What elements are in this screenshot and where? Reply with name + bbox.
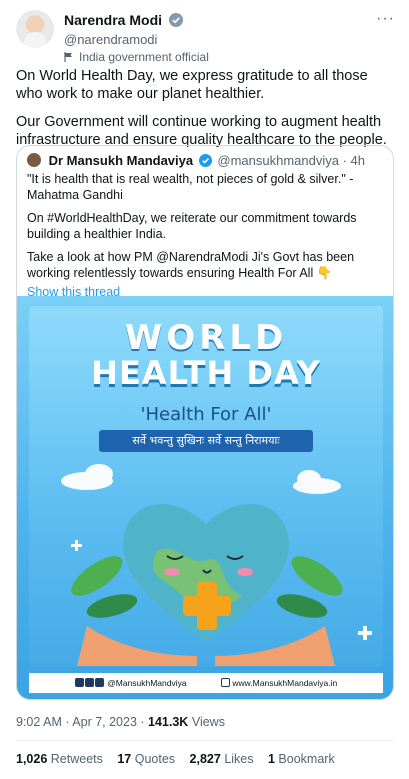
instagram-icon xyxy=(94,678,104,687)
twitter-icon xyxy=(84,678,94,687)
tweet-paragraph: Our Government will continue working to … xyxy=(16,114,387,148)
engagement-stats: 1,026 Retweets 17 Quotes 2,827 Likes 1 B… xyxy=(16,752,346,766)
verified-badge-icon xyxy=(169,13,184,27)
world-health-day-poster[interactable]: WORLD HEALTH DAY 'Health For All' सर्वे … xyxy=(17,296,393,699)
views-label: Views xyxy=(191,715,225,729)
poster-title-line1: WORLD xyxy=(124,318,288,358)
retweets-stat[interactable]: 1,026 Retweets xyxy=(16,752,103,766)
tweet-header: Narendra Modi @narendramodi India govern… xyxy=(16,10,395,64)
author-block: Narendra Modi @narendramodi India govern… xyxy=(64,12,209,64)
facebook-icon xyxy=(74,678,84,687)
tweet-timestamp[interactable]: 9:02 AM · Apr 7, 2023 · xyxy=(16,715,145,729)
flag-icon xyxy=(64,52,72,62)
verified-badge-icon xyxy=(198,154,212,167)
views-count: 141.3K xyxy=(148,715,189,729)
quoted-text: "It is health that is real wealth, not p… xyxy=(27,172,387,309)
poster-footer-web: www.MansukhMandaviya.in xyxy=(232,678,338,688)
poster-sanskrit-banner: सर्वे भवन्तु सुखिनः सर्वे सन्तु निरामयाः xyxy=(99,430,313,452)
tweet-paragraph: On World Health Day, we express gratitud… xyxy=(16,68,368,102)
government-label-text: India government official xyxy=(79,50,209,64)
author-name[interactable]: Narendra Modi xyxy=(64,12,162,28)
author-avatar[interactable] xyxy=(16,10,54,48)
bookmarks-stat[interactable]: 1 Bookmark xyxy=(268,752,335,766)
likes-count: 2,827 xyxy=(189,752,221,766)
quoted-header: Dr Mansukh Mandaviya @mansukhmandviya · … xyxy=(27,153,365,168)
globe-icon xyxy=(221,678,231,687)
tweet: Narendra Modi @narendramodi India govern… xyxy=(0,0,409,779)
tweet-meta: 9:02 AM · Apr 7, 2023 · 141.3K Views xyxy=(16,715,225,729)
government-label: India government official xyxy=(64,50,209,64)
quoted-paragraph: On #WorldHealthDay, we reiterate our com… xyxy=(27,211,357,241)
quoted-author-name: Dr Mansukh Mandaviya xyxy=(48,153,194,168)
poster-tagline: 'Health For All' xyxy=(140,404,272,425)
bookmarks-label: Bookmark xyxy=(278,752,335,766)
quoted-avatar xyxy=(27,153,41,167)
avatar-beard xyxy=(24,32,46,48)
poster-footer-social: @MansukhMandviya xyxy=(107,678,187,688)
retweets-label: Retweets xyxy=(50,752,103,766)
poster-footer: @MansukhMandviya www.MansukhMandaviya.in xyxy=(29,673,383,693)
quoted-author-handle: @mansukhmandviya xyxy=(217,153,339,168)
quoted-tweet[interactable]: Dr Mansukh Mandaviya @mansukhmandviya · … xyxy=(16,145,394,700)
quoted-paragraph: "It is health that is real wealth, not p… xyxy=(27,172,354,202)
likes-stat[interactable]: 2,827 Likes xyxy=(190,752,254,766)
quotes-label: Quotes xyxy=(134,752,176,766)
quotes-stat[interactable]: 17 Quotes xyxy=(117,752,175,766)
likes-label: Likes xyxy=(224,752,254,766)
more-options-icon[interactable]: ··· xyxy=(376,10,395,28)
author-handle[interactable]: @narendramodi xyxy=(64,32,209,47)
quoted-time: · 4h xyxy=(342,153,365,168)
retweets-count: 1,026 xyxy=(16,752,48,766)
quoted-paragraph: Take a look at how PM @NarendraModi Ji's… xyxy=(27,250,355,280)
bookmarks-count: 1 xyxy=(267,752,275,766)
poster-illustration xyxy=(61,464,372,666)
cloud-icon xyxy=(61,464,341,494)
divider xyxy=(16,740,395,741)
quotes-count: 17 xyxy=(117,752,132,766)
poster-title-line2: HEALTH DAY xyxy=(91,354,321,392)
